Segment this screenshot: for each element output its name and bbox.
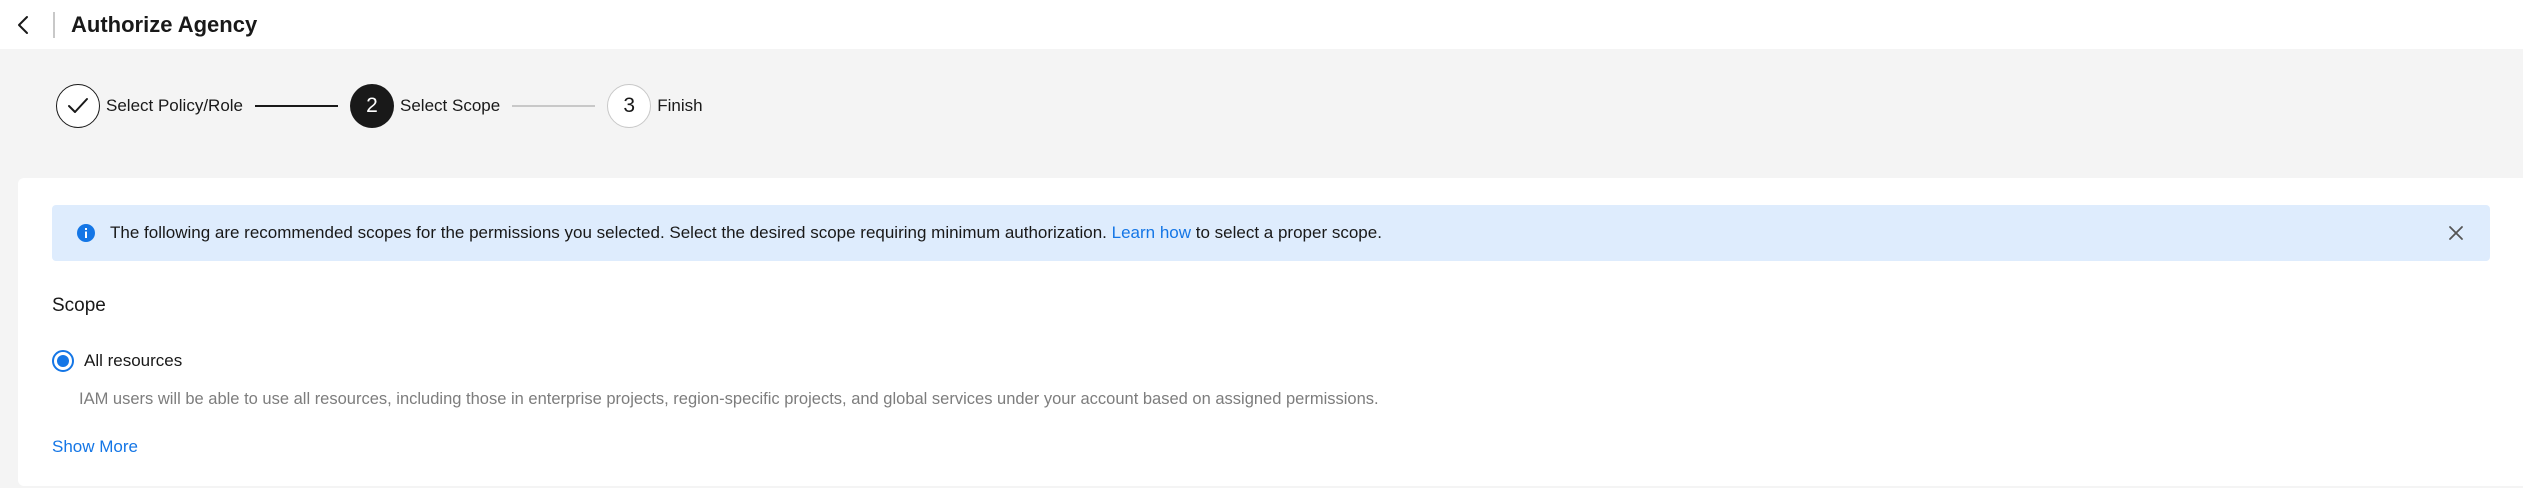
stepper: Select Policy/Role 2 Select Scope 3 Fini… [56,84,703,128]
info-icon [77,224,95,242]
close-icon [2449,226,2463,240]
scope-title: Scope [52,295,106,316]
show-more-link[interactable]: Show More [52,437,138,457]
all-resources-radio-option[interactable]: All resources [52,350,182,372]
step-2-label: Select Scope [400,96,501,115]
all-resources-label[interactable]: All resources [84,351,182,371]
all-resources-description: IAM users will be able to use all resour… [79,390,1379,408]
header-divider [53,11,55,38]
radio-selected-dot [57,355,69,367]
info-alert: The following are recommended scopes for… [52,205,2490,261]
page-title: Authorize Agency [71,11,258,37]
step-2-circle: 2 [350,84,395,128]
learn-how-link[interactable]: Learn how [1112,223,1191,242]
step-connector-2 [512,105,596,107]
scope-card: The following are recommended scopes for… [18,178,2523,486]
chevron-left-icon [18,15,28,34]
alert-text-after: to select a proper scope. [1195,223,1382,242]
page-header: Authorize Agency [0,0,2523,49]
step-3-label: Finish [657,96,703,115]
alert-close-button[interactable] [2446,223,2466,243]
step-1-circle [56,84,100,128]
step-connector-1 [255,105,339,107]
page: Authorize Agency Select Policy/Role 2 Se… [0,0,2523,488]
alert-message: The following are recommended scopes for… [110,223,1382,243]
back-button[interactable] [6,7,42,43]
checkmark-icon [68,98,88,113]
all-resources-radio[interactable] [52,350,74,372]
alert-text-before: The following are recommended scopes for… [110,223,1107,242]
step-1-label: Select Policy/Role [106,96,244,115]
step-3-circle: 3 [607,84,652,128]
